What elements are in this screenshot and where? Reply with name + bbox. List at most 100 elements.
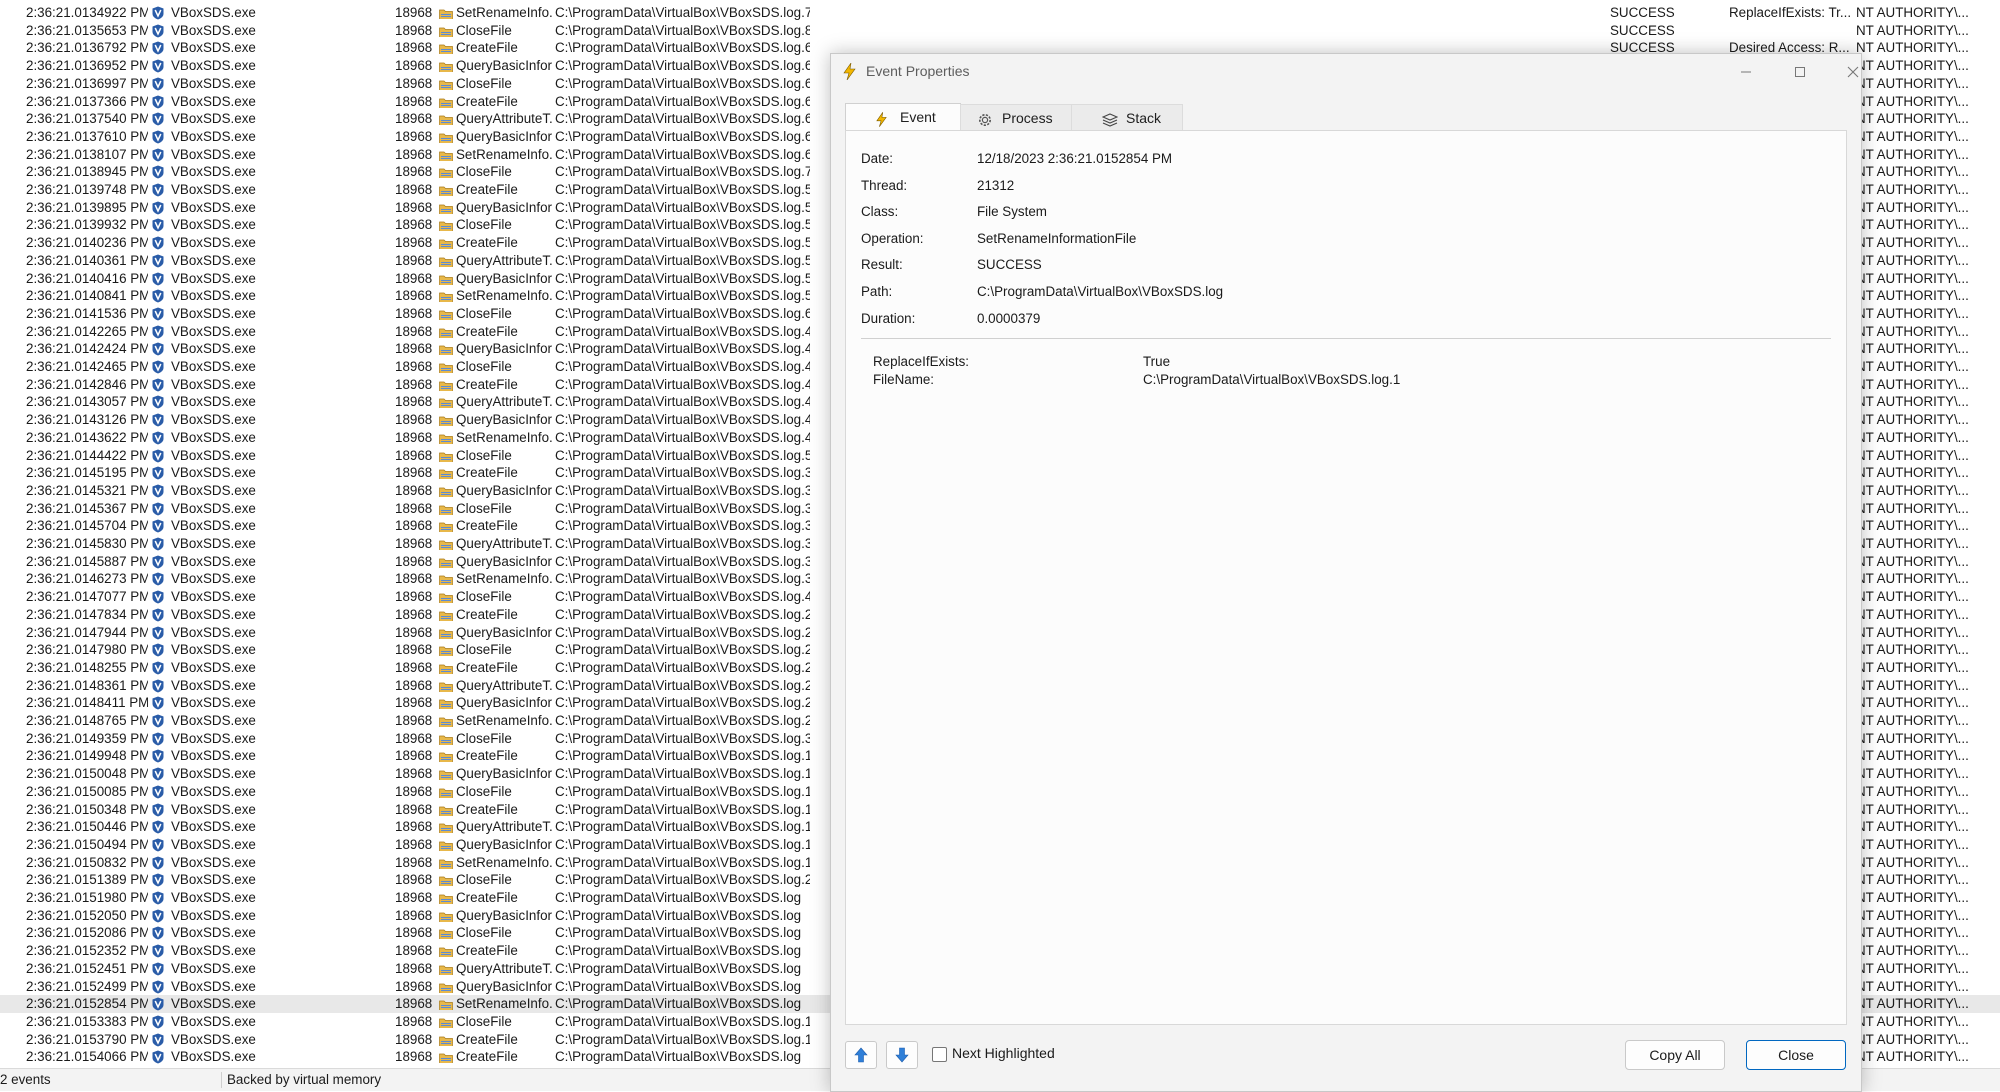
pid-cell: 18968 [395,482,433,498]
process-shield-icon [152,696,166,710]
operation-cell: CloseFile [456,359,512,374]
user-cell: NT AUTHORITY\... [1856,111,1969,127]
tab-stack[interactable]: Stack [1071,104,1183,131]
time-cell: 2:36:21.0147834 PM [26,606,148,622]
pid-cell: 18968 [395,217,433,233]
path-cell: C:\ProgramData\VirtualBox\VBoxSDS.log.1 [555,801,810,817]
time-cell: 2:36:21.0142265 PM [26,323,148,339]
process-shield-icon [152,767,166,781]
previous-event-button[interactable] [845,1041,877,1069]
path-cell: C:\ProgramData\VirtualBox\VBoxSDS.log.5 [555,252,810,268]
process-shield-icon [152,590,166,604]
process-cell: VBoxSDS.exe [171,217,256,233]
pid-cell: 18968 [395,943,433,959]
pid-cell: 18968 [395,182,433,197]
process-cell: VBoxSDS.exe [171,252,256,268]
filesystem-icon [439,485,453,497]
pid-cell: 18968 [395,606,433,622]
filesystem-icon [439,644,453,657]
operation-cell: CloseFile [456,1013,512,1029]
process-shield-icon [152,148,166,162]
arrow-up-icon [854,1047,868,1063]
pid-cell: 18968 [395,465,433,481]
time-cell: 2:36:21.0138945 PM [26,164,148,180]
path-cell: C:\ProgramData\VirtualBox\VBoxSDS.log.1 [555,836,810,852]
path-cell: C:\ProgramData\VirtualBox\VBoxSDS.log.5 [555,288,810,304]
table-row[interactable]: 2:36:21.0134922 PM VBoxSDS.exe 18968 SetRen… [0,4,2000,22]
tab-event[interactable]: Event [845,103,961,132]
time-cell: 2:36:21.0152086 PM [26,925,148,941]
filesystem-icon [439,945,453,958]
copy-all-button[interactable]: Copy All [1625,1040,1725,1070]
filesystem-icon [439,874,453,887]
pid-cell: 18968 [395,359,433,374]
process-cell: VBoxSDS.exe [171,890,256,905]
time-cell: 2:36:21.0151980 PM [26,890,148,905]
pid-cell: 18968 [395,907,433,923]
table-row[interactable]: 2:36:21.0135653 PM VBoxSDS.exe 18968 CloseF… [0,22,2000,40]
path-cell: C:\ProgramData\VirtualBox\VBoxSDS.log [555,1049,802,1065]
maximize-button[interactable] [1780,58,1820,86]
time-cell: 2:36:21.0143057 PM [26,394,148,410]
operation-cell: CloseFile [456,642,512,658]
next-highlighted-label[interactable]: Next Highlighted [952,1045,1055,1061]
time-cell: 2:36:21.0148411 PM [26,695,148,711]
pid-cell: 18968 [395,695,433,711]
process-cell: VBoxSDS.exe [171,465,256,481]
filesystem-icon [439,326,453,338]
operation-cell: CloseFile [456,22,512,38]
tab-process[interactable]: Process [960,104,1072,131]
path-cell: C:\ProgramData\VirtualBox\VBoxSDS.log.2 [555,695,810,711]
operation-cell: SetRenameInfo... [456,571,552,587]
process-shield-icon [152,59,166,73]
user-cell: NT AUTHORITY\... [1856,252,1969,268]
tab-label: Stack [1126,110,1162,126]
operation-cell: CreateFile [456,606,518,622]
title-bar[interactable]: Event Properties [831,54,1861,88]
pid-cell: 18968 [395,730,433,746]
path-cell: C:\ProgramData\VirtualBox\VBoxSDS.log.5 [555,217,810,233]
pid-cell: 18968 [395,783,433,799]
replace-if-exists-label: ReplaceIfExists: [873,354,970,369]
path-cell: C:\ProgramData\VirtualBox\VBoxSDS.log.4 [555,429,810,445]
process-cell: VBoxSDS.exe [171,58,256,74]
process-cell: VBoxSDS.exe [171,429,256,445]
filesystem-icon [439,786,453,798]
filesystem-icon [439,290,453,303]
time-cell: 2:36:21.0144422 PM [26,447,148,463]
filesystem-icon [439,308,453,320]
time-cell: 2:36:21.0145367 PM [26,500,148,516]
filesystem-icon [439,733,453,745]
user-cell: NT AUTHORITY\... [1856,341,1969,357]
process-cell: VBoxSDS.exe [171,75,256,91]
path-cell: C:\ProgramData\VirtualBox\VBoxSDS.log.5 [555,270,810,286]
user-cell: NT AUTHORITY\... [1856,536,1969,551]
result-cell: SUCCESS [1610,5,1675,20]
pid-cell: 18968 [395,748,433,764]
pid-cell: 18968 [395,960,433,976]
operation-cell: SetRenameInfo... [456,288,552,304]
minimize-button[interactable] [1726,58,1766,86]
process-shield-icon [152,661,166,675]
time-cell: 2:36:21.0150048 PM [26,766,148,782]
next-highlighted-checkbox[interactable] [932,1047,947,1062]
user-cell: NT AUTHORITY\... [1856,925,1969,941]
user-cell: NT AUTHORITY\... [1856,1013,1969,1029]
operation-cell: QueryAttributeT... [456,677,552,693]
process-shield-icon [152,112,166,126]
operation-cell: CreateFile [456,465,518,481]
close-button[interactable]: Close [1746,1040,1846,1070]
close-window-button[interactable] [1833,58,1873,86]
process-cell: VBoxSDS.exe [171,111,256,127]
date-label: Date: [861,151,894,166]
time-cell: 2:36:21.0136997 PM [26,75,148,91]
process-shield-icon [152,342,166,356]
process-shield-icon [152,325,166,339]
operation-value: SetRenameInformationFile [977,231,1137,246]
user-cell: NT AUTHORITY\... [1856,199,1969,215]
path-cell: C:\ProgramData\VirtualBox\VBoxSDS.log.4 [555,359,810,374]
process-cell: VBoxSDS.exe [171,783,256,799]
user-cell: NT AUTHORITY\... [1856,323,1969,339]
path-cell: C:\ProgramData\VirtualBox\VBoxSDS.log.3 [555,500,810,516]
next-event-button[interactable] [886,1041,918,1069]
